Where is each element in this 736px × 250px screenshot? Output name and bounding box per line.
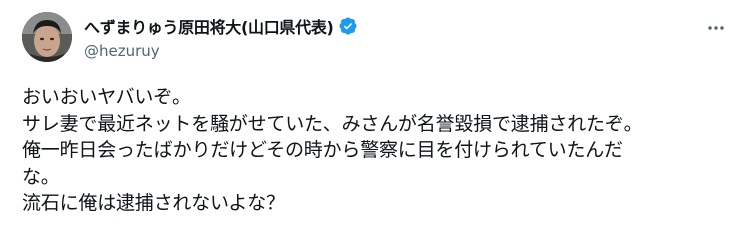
name-row: へずまりゅう原田将大(山口県代表)	[84, 14, 358, 38]
tweet-line: 流石に俺は逮捕されないよな？	[22, 192, 285, 214]
tweet-text: おいおいヤバいぞ。 サレ妻で最近ネットを騒がせていた、みさんが名誉毀損で逮捕され…	[22, 84, 722, 217]
user-info: へずまりゅう原田将大(山口県代表) @hezuruy	[84, 14, 358, 60]
tweet-line: サレ妻で最近ネットを騒がせていた、みさんが名誉毀損で逮捕されたぞ。	[22, 112, 643, 135]
tweet-card: へずまりゅう原田将大(山口県代表) @hezuruy おいおいヤバいぞ。 サレ妻…	[0, 0, 736, 250]
tweet-header: へずまりゅう原田将大(山口県代表) @hezuruy	[22, 12, 736, 64]
tweet-line: な。	[22, 165, 60, 188]
verified-badge-icon	[338, 16, 358, 36]
tweet-line: 俺一昨日会ったばかりだけどその時から警察に目を付けられていたんだ	[22, 139, 623, 161]
avatar[interactable]	[22, 12, 72, 62]
tweet-line: おいおいヤバいぞ。	[22, 86, 191, 108]
avatar-image	[22, 12, 72, 62]
display-name[interactable]: へずまりゅう原田将大(山口県代表)	[84, 14, 334, 38]
more-options-icon[interactable]	[706, 18, 726, 38]
user-handle[interactable]: @hezuruy	[84, 42, 358, 60]
